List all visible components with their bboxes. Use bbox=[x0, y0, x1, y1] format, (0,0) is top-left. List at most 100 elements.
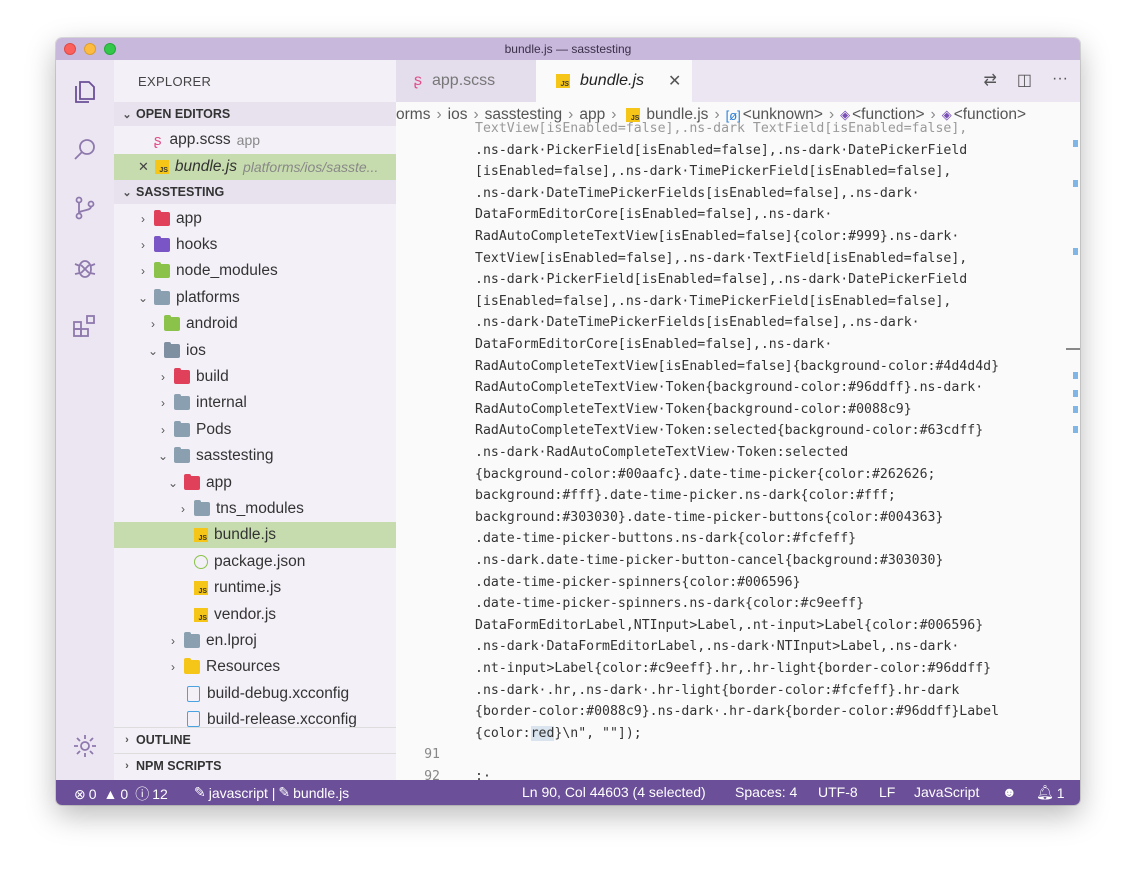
minimize-window-button[interactable] bbox=[84, 43, 96, 55]
code-line: .date-time-picker-buttons.ns-dark{color:… bbox=[475, 531, 857, 547]
explorer-sidebar: EXPLORER ⌄ OPEN EDITORS ʂ app.scss app ✕… bbox=[114, 60, 396, 780]
folder-icon bbox=[164, 342, 180, 358]
maximize-window-button[interactable] bbox=[104, 43, 116, 55]
feedback-smiley-icon[interactable]: ☻ bbox=[1002, 784, 1017, 800]
problems-indicator[interactable]: ⊗ 0 ▲ 0 ⓘ 12 bbox=[74, 784, 168, 804]
chevron-down-icon: ⌄ bbox=[122, 186, 132, 199]
code-line: DataFormEditorCore[isEnabled=false],.ns-… bbox=[475, 207, 833, 223]
tab-bundle-js[interactable]: JS bundle.js ✕ bbox=[536, 60, 692, 102]
file-icon bbox=[187, 711, 200, 727]
explorer-icon[interactable] bbox=[71, 78, 99, 106]
more-actions-icon[interactable]: ··· bbox=[1052, 70, 1068, 90]
tree-item[interactable]: ⌄ app bbox=[114, 470, 396, 496]
search-icon[interactable] bbox=[71, 136, 99, 164]
extensions-icon[interactable] bbox=[71, 312, 99, 340]
node-json-icon bbox=[194, 555, 208, 569]
outline-header[interactable]: › OUTLINE bbox=[114, 727, 396, 751]
tree-item[interactable]: › Resources bbox=[114, 654, 396, 680]
tree-item[interactable]: › hooks bbox=[114, 232, 396, 258]
tree-item[interactable]: › app bbox=[114, 206, 396, 232]
breadcrumb-separator-icon: › bbox=[436, 106, 442, 123]
tab-bar: ʂ app.scss JS bundle.js ✕ ⇄ ◫ ··· bbox=[396, 60, 1080, 102]
error-icon: ⊗ bbox=[74, 785, 86, 802]
file-icon bbox=[187, 686, 200, 702]
ruler-mark bbox=[1073, 140, 1078, 147]
tab-app-scss[interactable]: ʂ app.scss bbox=[396, 60, 536, 102]
breadcrumb-item[interactable]: ios bbox=[448, 106, 468, 124]
tree-item[interactable]: › build bbox=[114, 364, 396, 390]
overview-ruler[interactable] bbox=[1066, 128, 1080, 780]
code-line: [isEnabled=false],.ns-dark·TimePickerFie… bbox=[475, 293, 952, 309]
notifications[interactable]: 🔔︎ 1 bbox=[1036, 784, 1065, 801]
code-line: .ns-dark·.hr,.ns-dark·.hr-light{border-c… bbox=[475, 682, 960, 698]
code-line: .ns-dark·DataFormEditorLabel,.ns-dark·NT… bbox=[475, 639, 960, 655]
code-line: RadAutoCompleteTextView[isEnabled=false]… bbox=[475, 358, 1000, 374]
code-editor[interactable]: TextView[isEnabled=false],.ns-dark TextF… bbox=[396, 121, 1066, 780]
tree-item[interactable]: › en.lproj bbox=[114, 628, 396, 654]
status-bar: ⊗ 0 ▲ 0 ⓘ 12 ✎ javascript | ✎ bundle.js Ln 90… bbox=[56, 780, 1080, 805]
tree-item[interactable]: JS vendor.js bbox=[114, 602, 396, 628]
end-of-line[interactable]: LF bbox=[879, 784, 895, 800]
close-icon[interactable]: ✕ bbox=[138, 159, 149, 175]
chevron-down-icon: ⌄ bbox=[137, 291, 149, 305]
tree-item[interactable]: ⌄ sasstesting bbox=[114, 443, 396, 469]
sass-file-icon: ʂ bbox=[414, 72, 422, 89]
settings-gear-icon[interactable] bbox=[71, 732, 99, 760]
code-line: .date-time-picker-spinners{color:#006596… bbox=[475, 574, 801, 590]
code-line: RadAutoCompleteTextView·Token:selected{b… bbox=[475, 423, 984, 439]
code-line: .nt-input>Label{color:#c9eeff}.hr,.hr-li… bbox=[475, 661, 992, 676]
code-line: {border-color:#0088c9}.ns-dark·.hr-dark{… bbox=[475, 704, 1000, 720]
tree-item[interactable]: ⌄ platforms bbox=[114, 285, 396, 311]
line-number: 91 bbox=[424, 747, 440, 762]
chevron-right-icon: › bbox=[161, 370, 165, 384]
indentation[interactable]: Spaces: 4 bbox=[735, 784, 797, 800]
debug-icon[interactable] bbox=[71, 254, 99, 282]
chevron-right-icon: › bbox=[181, 502, 185, 516]
split-editor-icon[interactable]: ◫ bbox=[1017, 70, 1032, 90]
project-indicator[interactable]: ✎ javascript | ✎ bundle.js bbox=[194, 784, 349, 801]
chevron-down-icon: ⌄ bbox=[122, 108, 132, 121]
folder-icon bbox=[164, 315, 180, 331]
tree-item-selected[interactable]: JS bundle.js bbox=[114, 522, 396, 548]
tree-item[interactable]: JS runtime.js bbox=[114, 575, 396, 601]
tree-item[interactable]: › android bbox=[114, 311, 396, 337]
code-line: .ns-dark.date-time-picker-button-cancel{… bbox=[475, 553, 944, 568]
vscode-window: bundle.js — sasstesting EXPLORER ⌄ OPEN … bbox=[56, 38, 1080, 805]
cursor-position[interactable]: Ln 90, Col 44603 (4 selected) bbox=[522, 784, 706, 800]
code-line: .ns-dark·RadAutoCompleteTextView·Token:s… bbox=[475, 445, 849, 460]
source-control-icon[interactable] bbox=[71, 194, 99, 222]
close-tab-icon[interactable]: ✕ bbox=[668, 71, 681, 91]
activity-bar bbox=[56, 60, 114, 780]
open-editor-item[interactable]: ✕ JS bundle.js platforms/ios/sasste... bbox=[114, 154, 396, 180]
sass-file-icon: ʂ bbox=[154, 131, 162, 149]
code-line: DataFormEditorCore[isEnabled=false],.ns-… bbox=[475, 337, 833, 352]
tree-item[interactable]: › Pods bbox=[114, 417, 396, 443]
tree-item[interactable]: › internal bbox=[114, 390, 396, 416]
code-line: ;· bbox=[475, 768, 491, 780]
tree-item[interactable]: › tns_modules bbox=[114, 496, 396, 522]
npm-scripts-header[interactable]: › NPM SCRIPTS bbox=[114, 753, 396, 777]
tree-item[interactable]: › node_modules bbox=[114, 258, 396, 284]
chevron-down-icon: ⌄ bbox=[167, 476, 179, 490]
project-header[interactable]: ⌄ SASSTESTING bbox=[114, 180, 396, 204]
tree-item[interactable]: build-debug.xcconfig bbox=[114, 681, 396, 707]
warning-icon: ▲ bbox=[103, 786, 118, 802]
chevron-right-icon: › bbox=[141, 264, 145, 278]
cursor-marker bbox=[1066, 348, 1080, 350]
breadcrumb-item[interactable]: orms bbox=[396, 106, 430, 124]
folder-icon bbox=[174, 394, 190, 410]
encoding[interactable]: UTF-8 bbox=[818, 784, 858, 800]
js-file-icon: JS bbox=[194, 528, 208, 542]
editor-actions: ⇄ ◫ ··· bbox=[983, 70, 1068, 90]
open-editor-item[interactable]: ʂ app.scss app bbox=[114, 127, 396, 153]
code-line: RadAutoCompleteTextView·Token{background… bbox=[475, 380, 984, 396]
folder-icon bbox=[174, 447, 190, 463]
tree-item[interactable]: build-release.xcconfig bbox=[114, 707, 396, 727]
close-window-button[interactable] bbox=[64, 43, 76, 55]
open-changes-icon[interactable]: ⇄ bbox=[983, 70, 996, 90]
code-line: .ns-dark·PickerField[isEnabled=false],.n… bbox=[475, 142, 968, 158]
language-mode[interactable]: JavaScript bbox=[914, 784, 979, 800]
tree-item[interactable]: ⌄ ios bbox=[114, 338, 396, 364]
tree-item[interactable]: package.json bbox=[114, 549, 396, 575]
open-editors-header[interactable]: ⌄ OPEN EDITORS bbox=[114, 102, 396, 126]
